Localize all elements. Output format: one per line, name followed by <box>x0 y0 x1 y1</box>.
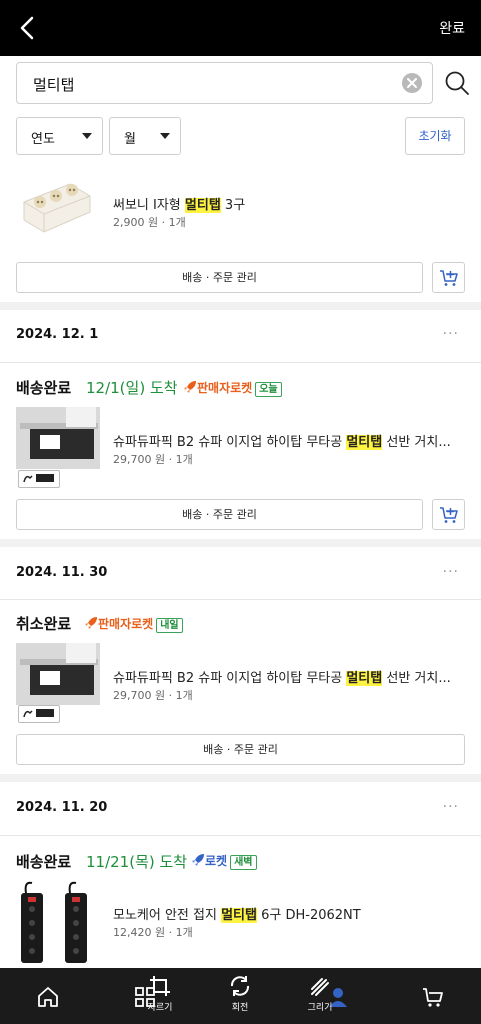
crop-label: 자르기 <box>147 1003 173 1013</box>
section-divider <box>0 302 481 310</box>
product-title[interactable]: 슈파듀파픽 B2 슈파 이지업 하이탑 무타공 멀티탭 선반 거치... <box>113 667 451 686</box>
month-select[interactable]: 월 <box>109 117 181 155</box>
more-options-icon[interactable]: ··· <box>443 564 459 580</box>
rocket-label: 판매자로켓 <box>197 381 253 395</box>
rocket-delivery-badge: 판매자로켓 내일 <box>84 615 183 633</box>
add-to-cart-button[interactable] <box>432 262 465 293</box>
arrival-date: 11/21(목) 도착 <box>86 853 188 871</box>
product-image[interactable] <box>16 879 100 965</box>
order-date: 2024. 11. 20 <box>16 800 108 815</box>
back-arrow-icon[interactable] <box>14 14 42 42</box>
rotate-tool[interactable]: 회전 <box>220 974 260 1013</box>
order-date: 2024. 11. 30 <box>16 565 108 580</box>
section-divider <box>0 774 481 782</box>
search-highlight: 멀티탭 <box>346 671 383 686</box>
search-value: 멀티탭 <box>33 76 75 94</box>
more-options-icon[interactable]: ··· <box>443 326 459 342</box>
search-input[interactable]: 멀티탭 <box>16 62 433 104</box>
product-title-text: 슈파듀파픽 B2 슈파 이지업 하이탑 무타공 <box>113 435 347 450</box>
manage-order-button[interactable]: 배송 · 주문 관리 <box>16 734 465 765</box>
draw-label: 그리기 <box>307 1003 333 1013</box>
cart-icon[interactable] <box>421 985 445 1009</box>
section-divider <box>0 539 481 547</box>
product-option-tag <box>18 705 60 723</box>
draw-tool[interactable]: 그리기 <box>300 974 340 1013</box>
draw-icon <box>311 978 329 996</box>
search-icon[interactable] <box>444 70 470 96</box>
chevron-down-icon <box>160 133 170 139</box>
order-status: 배송완료 <box>16 853 72 871</box>
product-price-qty: 12,420 원 · 1개 <box>113 926 193 939</box>
product-title-text: 슈파듀파픽 B2 슈파 이지업 하이탑 무타공 <box>113 671 347 686</box>
product-image[interactable] <box>18 176 94 240</box>
chevron-down-icon <box>82 133 92 139</box>
add-cart-icon <box>440 507 458 523</box>
product-image[interactable] <box>16 407 100 469</box>
crop-icon <box>150 976 170 996</box>
product-title-text: 선반 거치... <box>382 671 451 686</box>
search-highlight: 멀티탭 <box>184 198 221 213</box>
product-option-tag <box>18 470 60 488</box>
delivery-day-badge: 오늘 <box>255 382 282 397</box>
delivery-day-badge: 내일 <box>156 618 183 633</box>
manage-order-button[interactable]: 배송 · 주문 관리 <box>16 262 423 293</box>
month-select-label: 월 <box>124 132 136 147</box>
add-to-cart-button[interactable] <box>432 499 465 530</box>
rocket-label: 판매자로켓 <box>98 617 154 631</box>
search-highlight: 멀티탭 <box>221 908 257 923</box>
product-title-text: 3구 <box>220 198 246 213</box>
order-status: 배송완료 <box>16 379 72 397</box>
delivery-day-badge: 새벽 <box>230 855 257 870</box>
top-bar: 완료 <box>0 0 481 56</box>
done-button[interactable]: 완료 <box>439 18 465 38</box>
product-price-qty: 29,700 원 · 1개 <box>113 689 193 702</box>
home-icon[interactable] <box>36 985 60 1009</box>
rotate-label: 회전 <box>231 1003 249 1013</box>
product-title-text: 써보니 I자형 <box>113 198 185 213</box>
order-date: 2024. 12. 1 <box>16 327 99 342</box>
rocket-icon <box>85 617 97 629</box>
product-title-text: 모노케어 안전 접지 <box>113 908 222 923</box>
crop-tool[interactable]: 자르기 <box>140 974 180 1013</box>
product-price-qty: 29,700 원 · 1개 <box>113 453 193 466</box>
divider <box>0 599 481 600</box>
manage-order-button[interactable]: 배송 · 주문 관리 <box>16 499 423 530</box>
arrival-date: 12/1(일) 도착 <box>86 379 178 397</box>
search-highlight: 멀티탭 <box>346 435 383 450</box>
product-title-text: 선반 거치... <box>382 435 451 450</box>
bottom-navigation: 자르기 회전 그리기 <box>0 968 481 1024</box>
clear-icon[interactable] <box>402 73 422 93</box>
rocket-label: 로켓 <box>205 854 228 868</box>
product-title[interactable]: 슈파듀파픽 B2 슈파 이지업 하이탑 무타공 멀티탭 선반 거치... <box>113 431 451 450</box>
product-image[interactable] <box>16 643 100 705</box>
product-title[interactable]: 써보니 I자형 멀티탭 3구 <box>113 194 245 213</box>
more-options-icon[interactable]: ··· <box>443 799 459 815</box>
year-select-label: 연도 <box>31 132 55 147</box>
add-cart-icon <box>440 270 458 286</box>
product-title[interactable]: 모노케어 안전 접지 멀티탭 6구 DH-2062NT <box>113 904 361 923</box>
rocket-delivery-badge: 판매자로켓 오늘 <box>183 379 282 397</box>
rocket-icon <box>184 381 196 393</box>
product-price-qty: 2,900 원 · 1개 <box>113 216 186 229</box>
order-status: 취소완료 <box>16 615 72 633</box>
rotate-icon <box>230 976 250 996</box>
divider <box>0 835 481 836</box>
rocket-delivery-badge: 로켓 새벽 <box>191 852 257 870</box>
reset-button[interactable]: 초기화 <box>405 117 465 155</box>
rocket-icon <box>192 854 204 866</box>
product-title-text: 6구 DH-2062NT <box>256 908 361 923</box>
divider <box>0 362 481 363</box>
year-select[interactable]: 연도 <box>16 117 103 155</box>
